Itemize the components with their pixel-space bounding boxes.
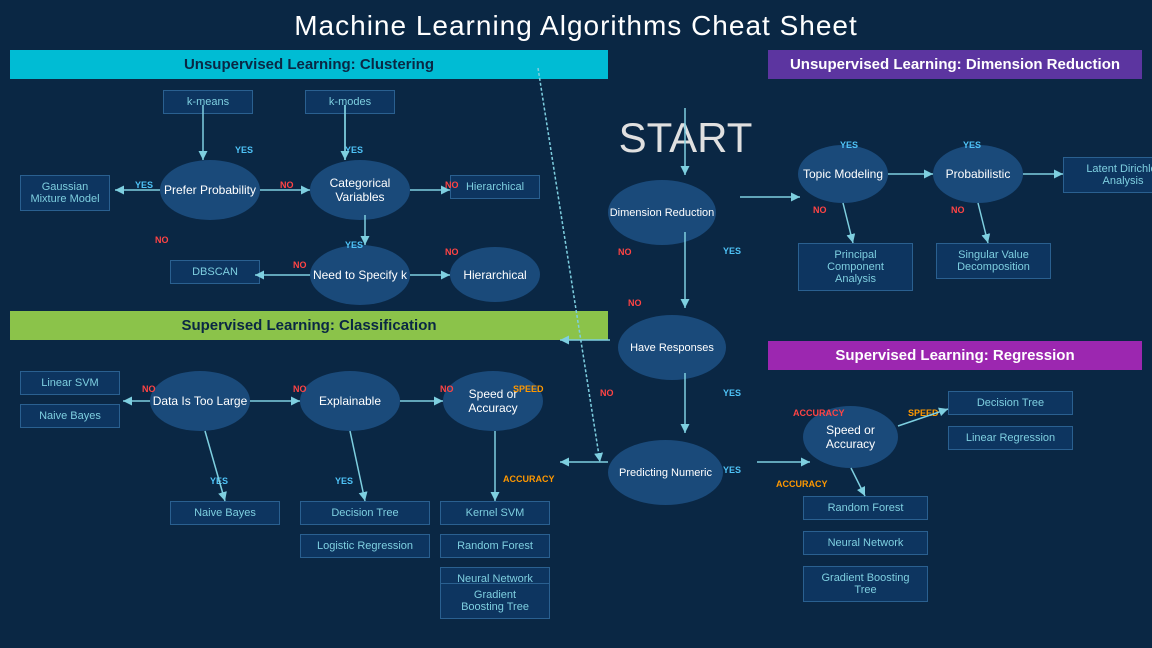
no-l-2: NO xyxy=(293,384,307,394)
speed-accuracy-l-node: Speed or Accuracy xyxy=(443,371,543,431)
gaussian-node: Gaussian Mixture Model xyxy=(20,175,110,211)
kmodes-node: k-modes xyxy=(305,90,395,114)
speed-r-label: SPEED xyxy=(908,408,939,418)
hierarchical2-node: Hierarchical xyxy=(450,247,540,302)
dimension-reduction-node: Dimension Reduction xyxy=(608,180,716,245)
yes-center-1: YES xyxy=(723,246,741,256)
neural-network-r-node: Neural Network xyxy=(803,531,928,555)
decision-tree1-node: Decision Tree xyxy=(300,501,430,525)
no-label-5: NO xyxy=(445,247,459,257)
no-label-3: NO xyxy=(445,180,459,190)
kernel-svm-node: Kernel SVM xyxy=(440,501,550,525)
accuracy-r-label: ACCURACY xyxy=(776,479,828,489)
accuracy-r: ACCURACY xyxy=(793,408,845,418)
no-label-2: NO xyxy=(280,180,294,190)
no-label-1: NO xyxy=(155,235,169,245)
speed-l: SPEED xyxy=(513,384,544,394)
kmeans-node: k-means xyxy=(163,90,253,114)
data-too-large-node: Data Is Too Large xyxy=(150,371,250,431)
latent-dirichlet-node: Latent Dirichlet Analysis xyxy=(1063,157,1152,193)
random-forest-l-node: Random Forest xyxy=(440,534,550,558)
yes-label-2: YES xyxy=(235,145,253,155)
naive-bayes1-node: Naive Bayes xyxy=(20,404,120,428)
classification-header: Supervised Learning: Classification xyxy=(10,311,608,340)
linear-regression-node: Linear Regression xyxy=(948,426,1073,450)
no-center-1: NO xyxy=(628,298,642,308)
linear-svm-node: Linear SVM xyxy=(20,371,120,395)
random-forest-r-node: Random Forest xyxy=(803,496,928,520)
yes-l-2: YES xyxy=(335,476,353,486)
singular-value-node: Singular Value Decomposition xyxy=(936,243,1051,279)
yes-dr-1: YES xyxy=(840,140,858,150)
dbscan-node: DBSCAN xyxy=(170,260,260,284)
prefer-probability-node: Prefer Probability xyxy=(160,160,260,220)
yes-dr-2: YES xyxy=(963,140,981,150)
predicting-numeric-node: Predicting Numeric xyxy=(608,440,723,505)
no-label-4: NO xyxy=(293,260,307,270)
gradient-boosting-r-node: Gradient Boosting Tree xyxy=(803,566,928,602)
start-label: START xyxy=(608,114,763,162)
naive-bayes2-node: Naive Bayes xyxy=(170,501,280,525)
accuracy-l: ACCURACY xyxy=(503,474,555,484)
hierarchical1-node: Hierarchical xyxy=(450,175,540,199)
yes-label-1: YES xyxy=(135,180,153,190)
logistic-regression-node: Logistic Regression xyxy=(300,534,430,558)
dimension-reduction-header: Unsupervised Learning: Dimension Reducti… xyxy=(768,50,1142,79)
have-responses-node: Have Responses xyxy=(618,315,726,380)
yes-center-3: YES xyxy=(723,465,741,475)
gradient-boosting-l-node2: Gradient Boosting Tree xyxy=(440,583,550,619)
no-dr-2: NO xyxy=(951,205,965,215)
categorical-variables-node: Categorical Variables xyxy=(310,160,410,220)
no-l-3: NO xyxy=(440,384,454,394)
need-specify-k-node: Need to Specify k xyxy=(310,245,410,305)
decision-tree-r-node: Decision Tree xyxy=(948,391,1073,415)
regression-header: Supervised Learning: Regression xyxy=(768,341,1142,370)
no-dr-1: NO xyxy=(813,205,827,215)
probabilistic-node: Probabilistic xyxy=(933,145,1023,203)
yes-l-1: YES xyxy=(210,476,228,486)
explainable-node: Explainable xyxy=(300,371,400,431)
yes-label-4: YES xyxy=(345,240,363,250)
principal-component-node: Principal Component Analysis xyxy=(798,243,913,291)
page-title: Machine Learning Algorithms Cheat Sheet xyxy=(0,0,1152,50)
yes-center-2: YES xyxy=(723,388,741,398)
topic-modeling-node: Topic Modeling xyxy=(798,145,888,203)
no-center-3: NO xyxy=(600,388,614,398)
yes-label-3: YES xyxy=(345,145,363,155)
clustering-header: Unsupervised Learning: Clustering xyxy=(10,50,608,79)
no-l-1: NO xyxy=(142,384,156,394)
